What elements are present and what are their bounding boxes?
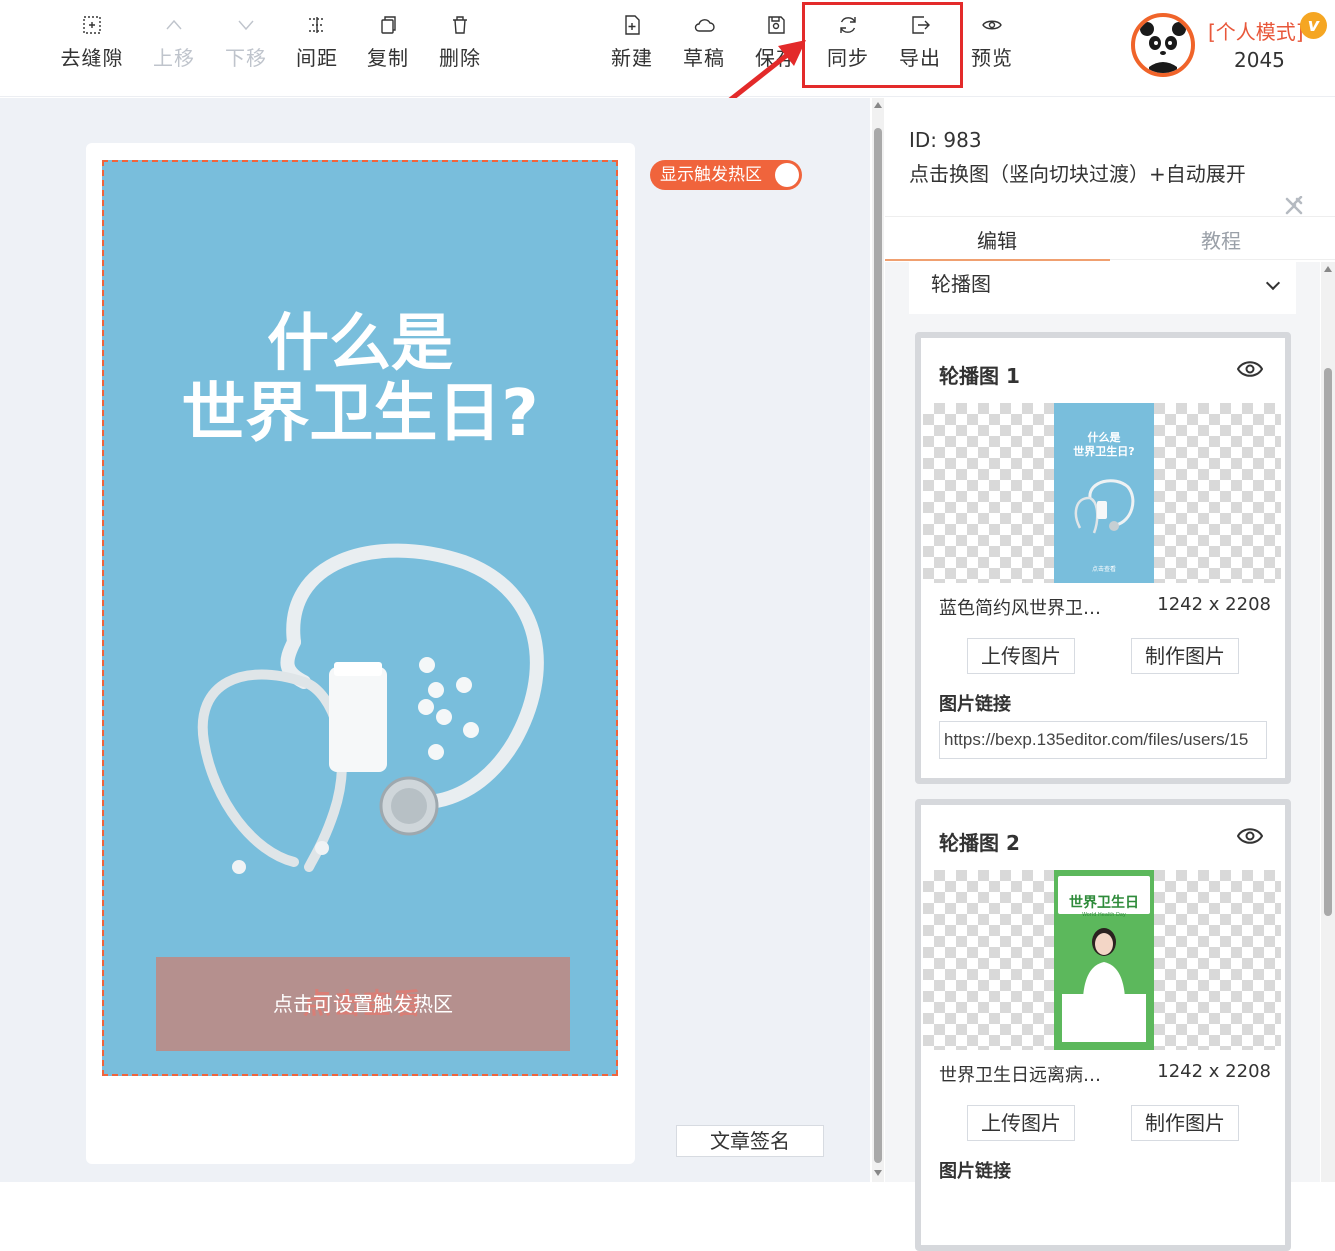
scroll-thumb[interactable] (1324, 368, 1332, 916)
spacing-button[interactable]: 间距 (285, 14, 349, 70)
poster-title-line2: 世界卫生日? (181, 377, 539, 451)
chevron-up-icon (142, 14, 206, 40)
image-name: 世界卫生日远离病… (939, 1065, 1101, 1086)
scroll-down-icon[interactable] (874, 1170, 882, 1176)
make-image-button[interactable]: 制作图片 (1131, 1105, 1239, 1141)
scroll-up-icon[interactable] (874, 102, 882, 108)
image-link-label: 图片链接 (939, 1161, 1011, 1182)
thumb-text-block (1062, 994, 1146, 1042)
panel-body: 轮播图 轮播图 1 什么是 世界卫生日? 点击查看 蓝色简约风世界卫… 1242… (885, 262, 1320, 1251)
toggle-knob (775, 163, 799, 187)
show-hotzone-toggle[interactable]: 显示触发热区 (650, 160, 802, 190)
preview-button[interactable]: 预览 (960, 14, 1024, 70)
hotzone-area[interactable]: 点击查看 点击可设置触发热区 (156, 957, 570, 1051)
thumb-title: 世界卫生日 (1069, 895, 1139, 911)
stethoscope-thumb-icon (1074, 479, 1135, 534)
avatar[interactable] (1131, 13, 1195, 77)
upload-image-button[interactable]: 上传图片 (967, 638, 1075, 674)
carousel-item-card: 轮播图 2 世界卫生日 World Health Day 世界卫生日远离病… 1… (915, 799, 1291, 1251)
tab-edit[interactable]: 编辑 (977, 225, 1017, 254)
scroll-up-icon[interactable] (1324, 266, 1332, 272)
image-size: 1242 x 2208 (1157, 594, 1271, 615)
spacing-icon (285, 14, 349, 40)
carousel-item-title: 轮播图 2 (939, 831, 1020, 855)
tools-icon[interactable] (1284, 196, 1304, 216)
nurse-thumb-icon (1083, 928, 1125, 998)
user-count: 2045 (1234, 48, 1285, 72)
upload-image-button[interactable]: 上传图片 (967, 1105, 1075, 1141)
vip-badge-icon: v (1300, 12, 1327, 39)
accordion-title: 轮播图 (931, 272, 991, 296)
canvas-scrollbar[interactable] (872, 98, 884, 1182)
thumb-title-2: 世界卫生日? (1073, 445, 1135, 458)
eye-icon (960, 14, 1024, 40)
panel-tabs: 编辑 教程 (885, 216, 1335, 261)
chevron-down-icon (1265, 275, 1281, 291)
make-image-button[interactable]: 制作图片 (1131, 638, 1239, 674)
image-name: 蓝色简约风世界卫… (939, 598, 1101, 619)
sync-export-highlight (802, 2, 963, 88)
move-down-button[interactable]: 下移 (214, 14, 278, 70)
new-file-icon (600, 14, 664, 40)
active-tab-underline (885, 259, 1110, 261)
eye-icon[interactable] (1237, 360, 1263, 378)
image-thumbnail-area[interactable]: 什么是 世界卫生日? 点击查看 (923, 403, 1281, 583)
trash-icon (428, 14, 492, 40)
carousel-accordion-header[interactable]: 轮播图 (909, 262, 1296, 314)
carousel-item-title: 轮播图 1 (939, 364, 1020, 388)
properties-panel: ID: 983 点击换图（竖向切块过渡）+自动展开 编辑 教程 轮播图 轮播图 … (885, 98, 1335, 1251)
scroll-thumb[interactable] (874, 128, 882, 1163)
image-thumbnail-area[interactable]: 世界卫生日 World Health Day (923, 870, 1281, 1050)
eye-icon[interactable] (1237, 827, 1263, 845)
article-signature-button[interactable]: 文章签名 (676, 1125, 824, 1157)
panda-icon (1140, 22, 1186, 73)
remove-gap-button[interactable]: 去缝隙 (60, 14, 124, 70)
template-id: ID: 983 (909, 128, 982, 152)
panel-scrollbar[interactable] (1321, 262, 1335, 1182)
thumbnail-image: 世界卫生日 World Health Day (1054, 870, 1154, 1050)
grid-dashed-icon (60, 14, 124, 40)
mode-label[interactable]: [个人模式] (1208, 16, 1304, 45)
chevron-down-icon (214, 14, 278, 40)
carousel-poster[interactable]: 什么是 世界卫生日? 点击查看 点击可设置触发热区 (102, 160, 618, 1076)
carousel-item-card: 轮播图 1 什么是 世界卫生日? 点击查看 蓝色简约风世界卫… 1242 x 2… (915, 332, 1291, 784)
stethoscope-illustration (197, 543, 544, 874)
image-link-label: 图片链接 (939, 694, 1011, 715)
thumb-caption: 点击查看 (1091, 566, 1116, 573)
thumbnail-image: 什么是 世界卫生日? 点击查看 (1054, 403, 1154, 583)
move-up-button[interactable]: 上移 (142, 14, 206, 70)
thumb-subtitle: World Health Day (1082, 912, 1126, 918)
image-size: 1242 x 2208 (1157, 1061, 1271, 1082)
toggle-label: 显示触发热区 (660, 165, 762, 185)
tab-tutorial[interactable]: 教程 (1201, 225, 1241, 254)
image-link-input[interactable]: https://bexp.135editor.com/files/users/1… (939, 721, 1267, 759)
copy-button[interactable]: 复制 (356, 14, 420, 70)
template-description: 点击换图（竖向切块过渡）+自动展开 (909, 162, 1246, 186)
hotzone-label: 点击可设置触发热区 (273, 992, 453, 1016)
new-button[interactable]: 新建 (600, 14, 664, 70)
copy-icon (356, 14, 420, 40)
top-toolbar: 去缝隙 上移 下移 间距 复制 删除 新建 草稿 保存 同步 导出 预览 [个人… (0, 0, 1335, 97)
delete-button[interactable]: 删除 (428, 14, 492, 70)
